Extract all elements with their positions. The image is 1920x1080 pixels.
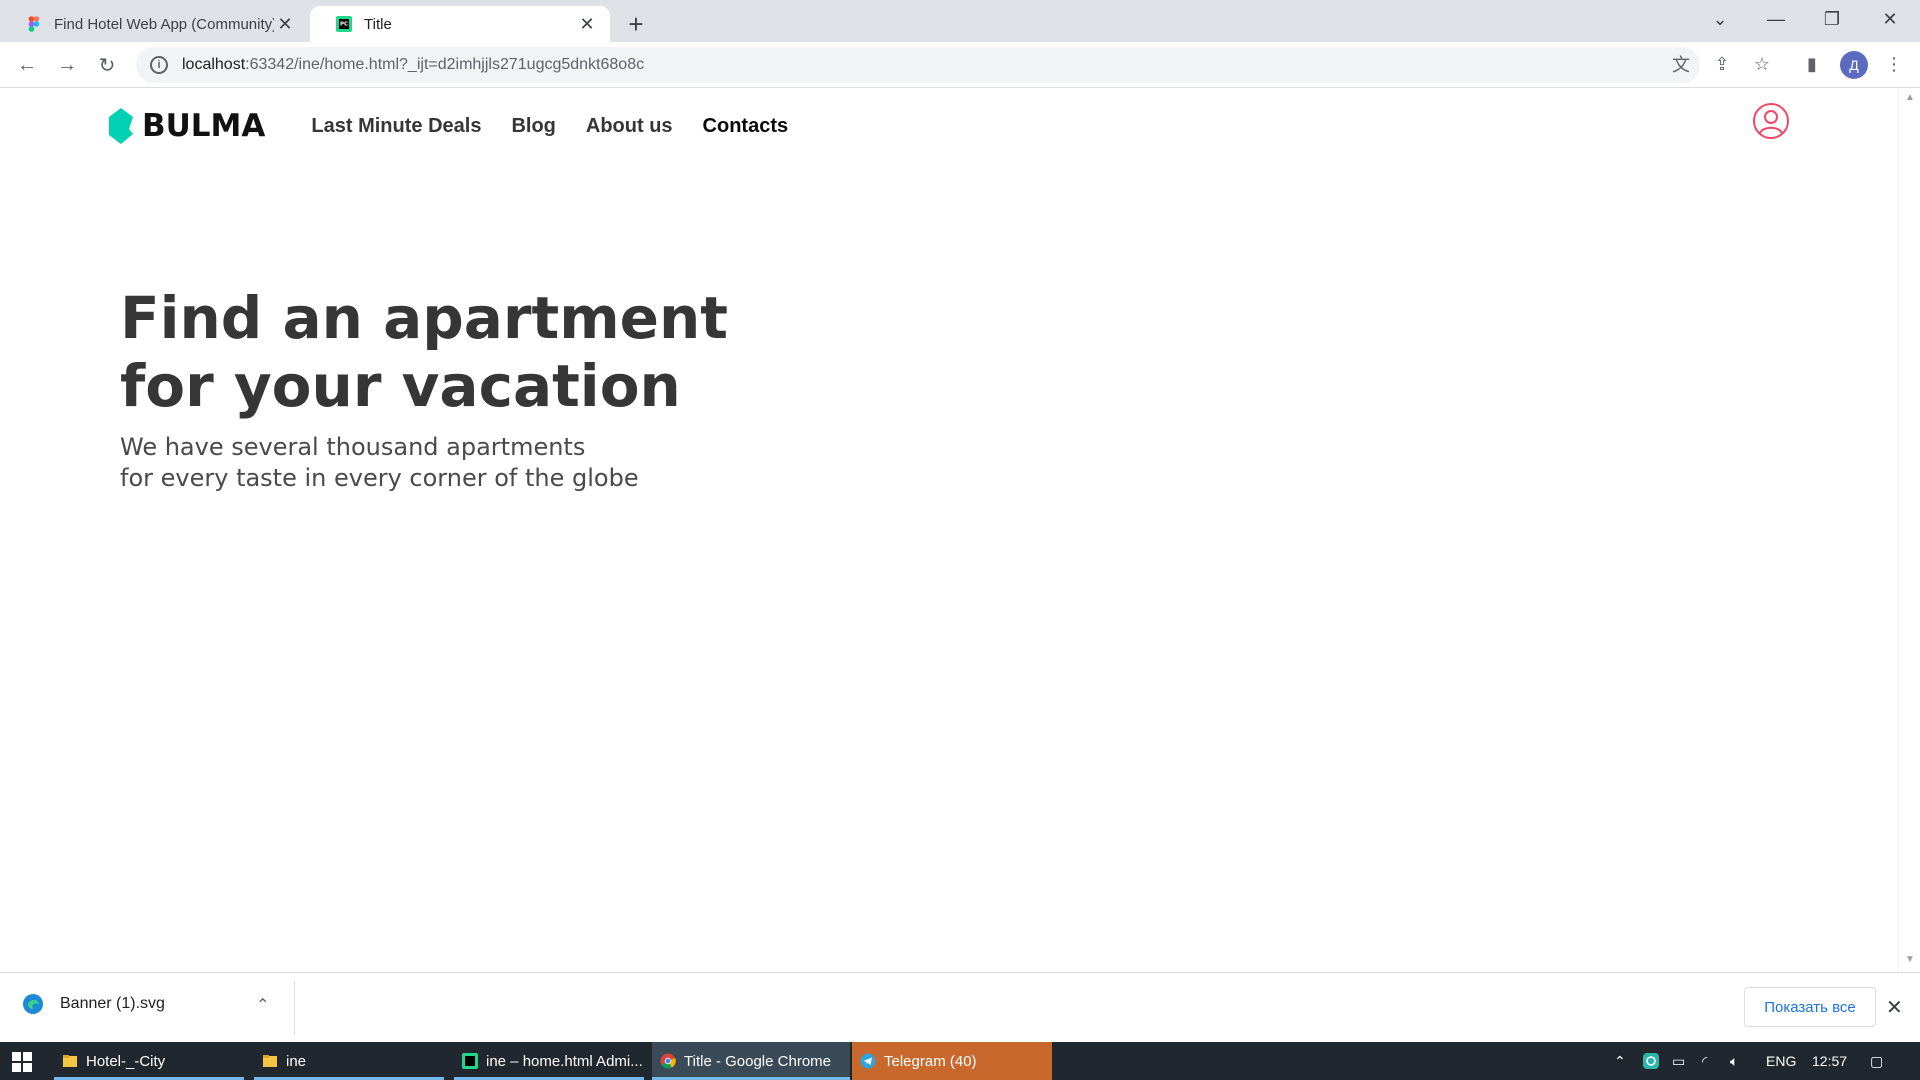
url-path: :63342/ine/home.html?_ijt=d2imhjjls271ug… [245, 56, 645, 73]
battery-icon[interactable]: ▭ [1672, 1042, 1685, 1080]
pycharm-icon: PC [336, 16, 352, 32]
taskbar-app-chrome[interactable]: Title - Google Chrome [652, 1042, 850, 1080]
chrome-icon [660, 1053, 676, 1069]
profile-avatar[interactable]: Д [1840, 51, 1868, 79]
new-tab-button[interactable]: + [620, 8, 652, 40]
hero-title: Find an apartment for your vacation [120, 284, 728, 420]
reload-button[interactable]: ↻ [91, 49, 123, 81]
language-indicator[interactable]: ENG [1766, 1042, 1796, 1080]
browser-tab-title[interactable]: PC Title ✕ [310, 6, 610, 42]
taskbar-app-label: ine [286, 1052, 307, 1070]
volume-icon[interactable]: 🔈︎ [1730, 1042, 1738, 1080]
hero-title-line-2: for your vacation [120, 352, 681, 420]
scroll-up-icon[interactable]: ▲ [1905, 92, 1915, 103]
hero-section: Find an apartment for your vacation We h… [120, 284, 728, 494]
svg-text:PC: PC [340, 22, 348, 28]
hero-title-line-1: Find an apartment [120, 284, 729, 352]
taskbar-app-hotel-city[interactable]: Hotel-_-City [54, 1042, 244, 1080]
brand-name: BULMA [142, 108, 266, 144]
clock[interactable]: 12:57 [1812, 1042, 1847, 1080]
nav-contacts[interactable]: Contacts [703, 115, 789, 138]
page-content: BULMA Last Minute Deals Blog About us Co… [0, 88, 1898, 972]
site-navbar: BULMA Last Minute Deals Blog About us Co… [108, 106, 788, 146]
folder-icon [63, 1055, 77, 1067]
taskbar-app-pycharm[interactable]: ine – home.html Admi... [454, 1042, 644, 1080]
pycharm-icon [462, 1053, 478, 1069]
close-icon[interactable]: ✕ [576, 13, 598, 35]
browser-toolbar: ← → ↻ i localhost:63342/ine/home.html?_i… [0, 42, 1920, 88]
translate-icon[interactable]: 文 [1669, 52, 1693, 76]
tray-app-icon-glyph [1643, 1053, 1659, 1069]
hero-subtitle-line-2: for every taste in every corner of the g… [120, 464, 639, 492]
tab-title: Title [364, 15, 392, 33]
site-info-icon[interactable]: i [150, 56, 168, 74]
user-account-icon[interactable] [1752, 102, 1790, 140]
taskbar-app-label: ine – home.html Admi... [486, 1052, 643, 1070]
tab-search-icon[interactable]: ⌄ [1692, 0, 1748, 38]
taskbar-app-label: Telegram (40) [884, 1052, 977, 1070]
download-filename: Banner (1).svg [60, 995, 165, 1012]
download-shelf: Banner (1).svg ⌃ Показать все ✕ [0, 972, 1920, 1042]
restore-button[interactable]: ❐ [1804, 0, 1860, 38]
hero-subtitle-line-1: We have several thousand apartments [120, 433, 586, 461]
close-icon[interactable]: ✕ [274, 13, 296, 35]
nav-last-minute-deals[interactable]: Last Minute Deals [311, 115, 481, 138]
forward-button[interactable]: → [51, 49, 83, 81]
close-icon[interactable]: ✕ [1886, 995, 1903, 1020]
bulma-logo-icon [109, 108, 133, 144]
hero-subtitle: We have several thousand apartments for … [120, 432, 728, 494]
nav-blog[interactable]: Blog [511, 115, 555, 138]
download-item[interactable]: Banner (1).svg [22, 993, 165, 1015]
url-text: localhost:63342/ine/home.html?_ijt=d2imh… [182, 56, 644, 74]
bookmark-star-icon[interactable]: ☆ [1750, 52, 1774, 76]
windows-start-icon[interactable] [12, 1052, 32, 1072]
show-all-button[interactable]: Показать все [1744, 987, 1876, 1027]
divider [294, 981, 295, 1035]
menu-icon[interactable]: ⋮ [1882, 52, 1906, 76]
tray-overflow-icon[interactable]: ⌃ [1614, 1042, 1626, 1080]
address-bar[interactable]: i localhost:63342/ine/home.html?_ijt=d2i… [136, 47, 1700, 83]
scroll-down-icon[interactable]: ▼ [1905, 954, 1915, 965]
tray-app-icon[interactable] [1642, 1042, 1660, 1080]
window-close-button[interactable]: ✕ [1862, 0, 1918, 38]
back-button[interactable]: ← [11, 49, 43, 81]
taskbar-app-ine[interactable]: ine [254, 1042, 444, 1080]
browser-tab-strip: Find Hotel Web App (Community) ✕ PC Titl… [0, 0, 1920, 42]
tab-title: Find Hotel Web App (Community) [54, 15, 274, 33]
minimize-button[interactable]: — [1748, 0, 1804, 38]
share-icon[interactable]: ⇪ [1710, 52, 1734, 76]
edge-file-icon [23, 994, 43, 1014]
browser-tab-figma[interactable]: Find Hotel Web App (Community) ✕ [0, 6, 308, 42]
taskbar-app-telegram[interactable]: Telegram (40) [852, 1042, 1052, 1080]
url-host: localhost [182, 56, 246, 73]
figma-icon [28, 16, 40, 32]
chevron-up-icon[interactable]: ⌃ [256, 995, 269, 1015]
brand-logo[interactable]: BULMA [108, 108, 265, 144]
nav-about-us[interactable]: About us [586, 115, 673, 138]
windows-taskbar: Hotel-_-City ine ine – home.html Admi...… [0, 1042, 1920, 1080]
side-panel-icon[interactable]: ▮ [1800, 52, 1824, 76]
telegram-icon [860, 1053, 876, 1069]
notifications-icon[interactable]: ▢ [1870, 1042, 1883, 1080]
taskbar-app-label: Title - Google Chrome [684, 1052, 831, 1070]
folder-icon [263, 1055, 277, 1067]
page-scrollbar[interactable]: ▲ ▼ [1898, 88, 1920, 972]
wifi-icon[interactable]: ◜ [1702, 1042, 1707, 1080]
taskbar-app-label: Hotel-_-City [86, 1052, 166, 1070]
